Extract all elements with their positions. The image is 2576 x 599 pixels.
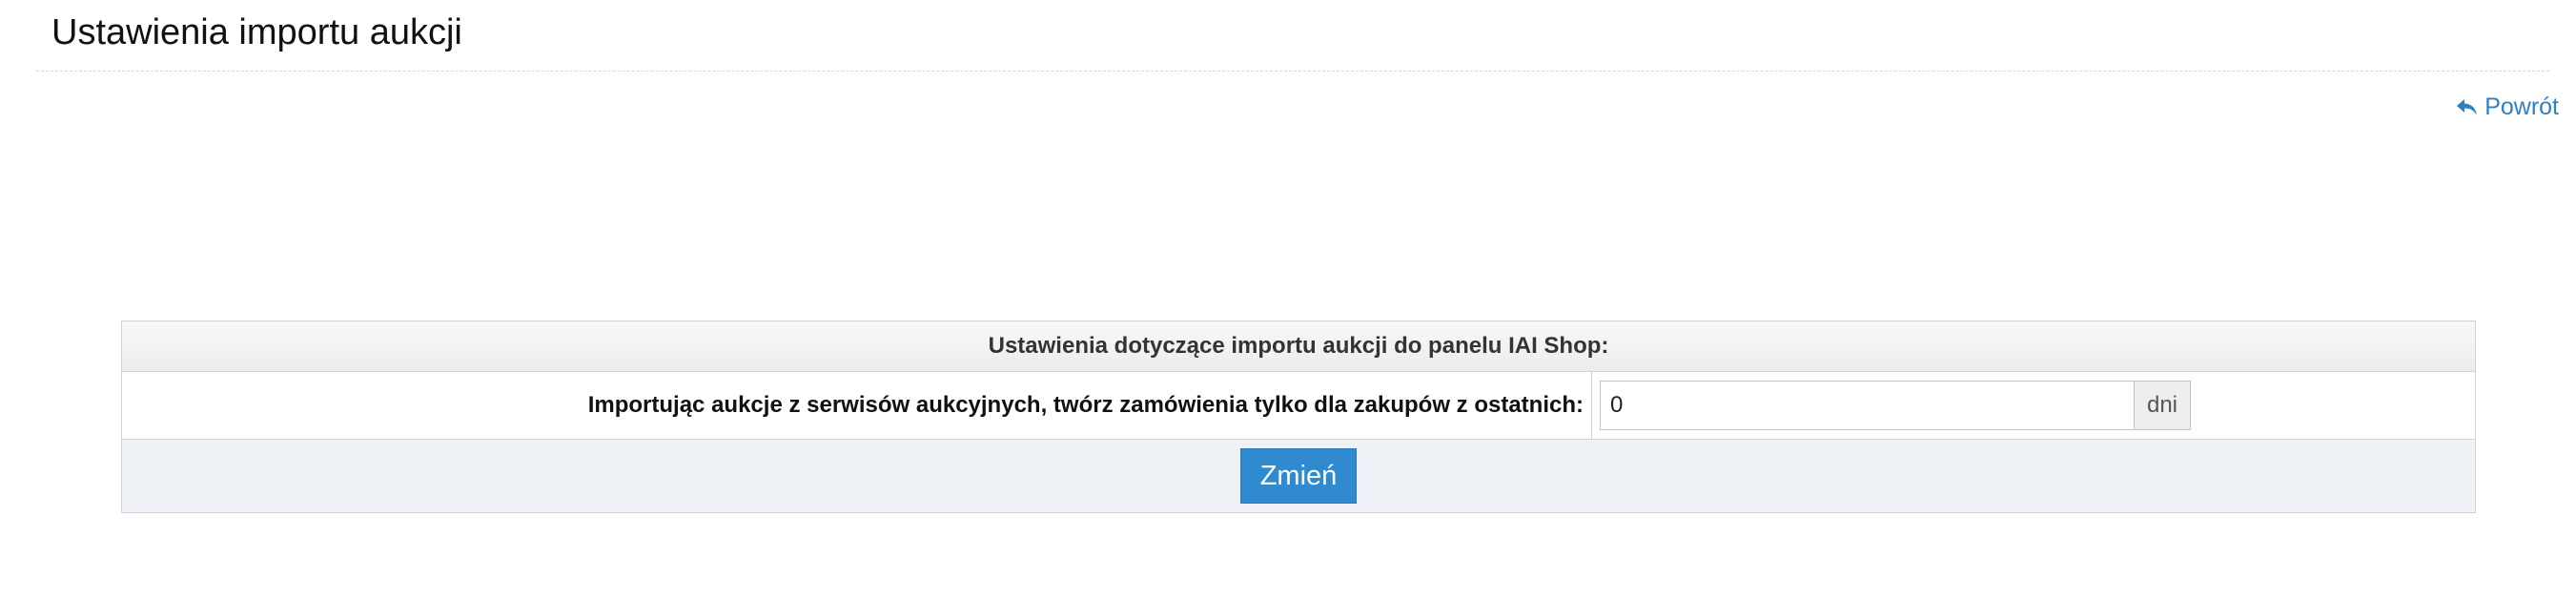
back-link-label: Powrót (2484, 93, 2559, 120)
days-input[interactable] (1600, 381, 2134, 430)
days-setting-field: dni (1591, 371, 2476, 440)
page-header: Ustawienia importu aukcji (36, 0, 2549, 72)
days-unit-addon: dni (2134, 381, 2191, 430)
page: Ustawienia importu aukcji Powrót Ustawie… (0, 0, 2576, 599)
days-setting-label: Importując aukcje z serwisów aukcyjnych,… (121, 371, 1592, 440)
page-title: Ustawienia importu aukcji (51, 12, 462, 52)
reply-arrow-icon (2456, 98, 2479, 117)
settings-table-footer: Zmień (121, 439, 2476, 513)
table-row: Importując aukcje z serwisów aukcyjnych,… (121, 371, 2476, 440)
settings-table-header: Ustawienia dotyczące importu aukcji do p… (121, 320, 2476, 372)
days-input-group: dni (1600, 381, 2191, 430)
submit-button[interactable]: Zmień (1240, 448, 1357, 504)
back-link[interactable]: Powrót (2456, 93, 2559, 121)
settings-table: Ustawienia dotyczące importu aukcji do p… (121, 320, 2476, 513)
